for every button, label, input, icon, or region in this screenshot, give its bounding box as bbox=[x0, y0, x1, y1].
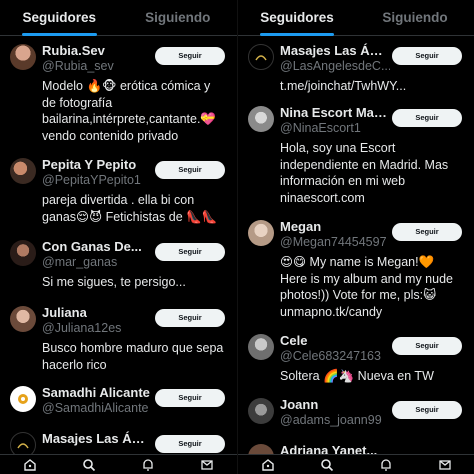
avatar[interactable] bbox=[10, 240, 36, 266]
tab-siguiendo[interactable]: Siguiendo bbox=[356, 0, 474, 35]
user-bio: Busco hombre maduro que sepa hacerlo rico bbox=[42, 341, 224, 372]
user-name: Con Ganas De... bbox=[42, 239, 142, 254]
tab-seguidores[interactable]: Seguidores bbox=[0, 0, 119, 36]
tab-bar: Seguidores Siguiendo bbox=[0, 0, 237, 36]
user-name: Joann bbox=[280, 397, 319, 412]
messages-icon[interactable] bbox=[199, 457, 215, 473]
avatar[interactable] bbox=[10, 306, 36, 332]
bottom-nav bbox=[238, 454, 474, 474]
avatar[interactable] bbox=[248, 220, 274, 246]
user-handle: @LasAngelesdeC... bbox=[280, 59, 390, 73]
user-bio: Soltera 🌈🦄 Nueva en TW bbox=[280, 369, 434, 383]
user-bio: t.me/joinchat/TwhWY... bbox=[280, 79, 407, 93]
follow-button[interactable]: Seguir bbox=[155, 309, 225, 327]
user-handle: @Cele683247163 bbox=[280, 349, 381, 363]
follow-button[interactable]: Seguir bbox=[392, 223, 462, 241]
follow-button[interactable]: Seguir bbox=[155, 389, 225, 407]
user-handle: @Juliana12es bbox=[42, 321, 122, 335]
user-bio: pareja divertida . ella bi con ganas😌😈 Fe… bbox=[42, 193, 218, 224]
logo-icon bbox=[18, 394, 28, 404]
home-icon[interactable] bbox=[22, 457, 38, 473]
avatar[interactable] bbox=[248, 106, 274, 132]
user-name: Nina Escort Mad... bbox=[280, 105, 388, 120]
user-handle: @NinaEscort1 bbox=[280, 121, 361, 135]
user-handle: @SamadhiAlicante bbox=[42, 401, 149, 415]
home-icon[interactable] bbox=[260, 457, 276, 473]
avatar[interactable] bbox=[10, 386, 36, 412]
user-name: Cele bbox=[280, 333, 308, 348]
search-icon[interactable] bbox=[81, 457, 97, 473]
tab-bar: Seguidores Siguiendo bbox=[238, 0, 474, 36]
logo-icon bbox=[255, 55, 267, 61]
follow-button[interactable]: Seguir bbox=[392, 401, 462, 419]
user-handle: @PepitaYPepito1 bbox=[42, 173, 141, 187]
user-name: Samadhi Alicante bbox=[42, 385, 150, 400]
notifications-icon[interactable] bbox=[378, 457, 394, 473]
follow-button[interactable]: Seguir bbox=[392, 337, 462, 355]
user-bio: Modelo 🔥🐵 erótica cómica y de fotografía b… bbox=[42, 79, 216, 143]
follow-button[interactable]: Seguir bbox=[155, 161, 225, 179]
user-name: Masajes Las Án... bbox=[280, 43, 388, 58]
avatar[interactable] bbox=[10, 44, 36, 70]
user-name: Rubia.Sev bbox=[42, 43, 105, 58]
logo-icon bbox=[17, 443, 29, 449]
avatar[interactable] bbox=[248, 44, 274, 70]
user-handle: @adams_joann99 bbox=[280, 413, 382, 427]
user-name: Juliana bbox=[42, 305, 87, 320]
follow-button[interactable]: Seguir bbox=[392, 109, 462, 127]
user-name: Pepita Y Pepito bbox=[42, 157, 137, 172]
user-handle: @Megan74454597 bbox=[280, 235, 387, 249]
user-name: Megan bbox=[280, 219, 322, 234]
followers-screen-left: Seguidores Siguiendo Rubia.Sev @Rubia_se… bbox=[0, 0, 237, 474]
follow-button[interactable]: Seguir bbox=[155, 243, 225, 261]
tab-seguidores[interactable]: Seguidores bbox=[238, 0, 356, 36]
avatar[interactable] bbox=[10, 158, 36, 184]
search-icon[interactable] bbox=[319, 457, 335, 473]
tab-siguiendo[interactable]: Siguiendo bbox=[119, 0, 238, 35]
follow-button[interactable]: Seguir bbox=[155, 47, 225, 65]
user-handle: @Rubia_sev bbox=[42, 59, 114, 73]
user-bio: Hola, soy una Escort independiente en Mad… bbox=[280, 141, 449, 205]
user-bio: 😍😋 My name is Megan!🧡 Here is my album an… bbox=[280, 255, 453, 319]
follow-button[interactable]: Seguir bbox=[155, 435, 225, 453]
avatar[interactable] bbox=[248, 398, 274, 424]
follow-button[interactable]: Seguir bbox=[392, 47, 462, 65]
user-handle: @mar_ganas bbox=[42, 255, 118, 269]
followers-screen-right: Seguidores Siguiendo Masajes Las Án... @… bbox=[237, 0, 474, 474]
messages-icon[interactable] bbox=[437, 457, 453, 473]
user-bio: Si me sigues, te persigo... bbox=[42, 275, 186, 289]
user-name: Masajes Las Án... bbox=[42, 431, 150, 446]
notifications-icon[interactable] bbox=[140, 457, 156, 473]
bottom-nav bbox=[0, 454, 237, 474]
avatar[interactable] bbox=[248, 334, 274, 360]
